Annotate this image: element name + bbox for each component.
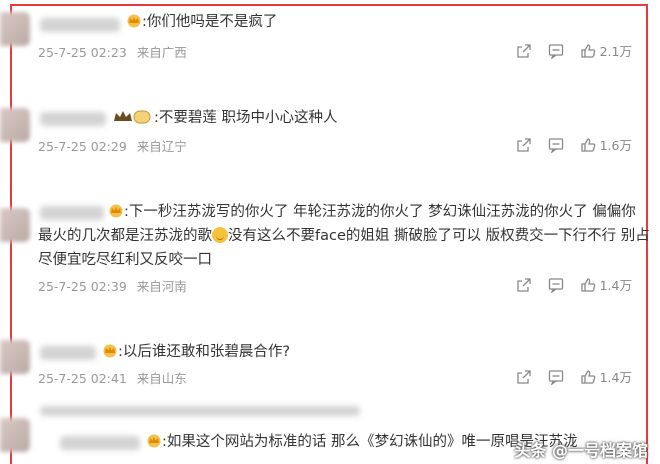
avatar[interactable] xyxy=(0,418,30,452)
comment-meta: 25-7-25 02:41 来自山东 xyxy=(38,368,193,387)
username[interactable] xyxy=(40,112,106,126)
like-count: 1.4万 xyxy=(599,278,632,293)
vip-badge-icon xyxy=(114,110,151,124)
comment-icon[interactable] xyxy=(548,369,564,385)
like-button[interactable]: 2.1万 xyxy=(580,41,632,60)
comment-meta: 25-7-25 02:39 来自河南 xyxy=(38,276,193,295)
comment-meta: 25-7-25 02:23 来自广西 xyxy=(38,42,193,61)
crown-icon xyxy=(127,14,141,28)
comment-text-line: :下一秒汪苏泷写的你火了 年轮汪苏泷的你火了 梦幻诛仙汪苏泷的你火了 偏偏你 xyxy=(108,200,644,224)
share-icon[interactable] xyxy=(516,43,532,59)
comment-text: :你们他吗是不是疯了 xyxy=(126,10,644,34)
like-count: 1.4万 xyxy=(599,370,632,385)
avatar[interactable] xyxy=(0,340,30,374)
share-icon[interactable] xyxy=(516,277,532,293)
like-count: 1.6万 xyxy=(599,138,632,153)
comment-icon[interactable] xyxy=(548,137,564,153)
crown-icon xyxy=(147,434,161,448)
comment-location: 来自山东 xyxy=(136,371,187,386)
username[interactable] xyxy=(40,18,120,32)
watermark: 头条 @一号档案馆 xyxy=(514,441,648,460)
share-icon[interactable] xyxy=(516,369,532,385)
comment-icon[interactable] xyxy=(548,43,564,59)
comment-actions: 1.6万 xyxy=(516,135,632,154)
avatar[interactable] xyxy=(0,12,30,46)
like-button[interactable]: 1.4万 xyxy=(580,275,632,294)
crown-icon xyxy=(109,204,123,218)
comment-meta: 25-7-25 02:29 来自辽宁 xyxy=(38,136,193,155)
username[interactable] xyxy=(60,436,140,450)
avatar[interactable] xyxy=(0,108,30,142)
like-button[interactable]: 1.6万 xyxy=(580,135,632,154)
share-icon[interactable] xyxy=(516,137,532,153)
like-icon xyxy=(580,277,595,292)
comment-icon[interactable] xyxy=(548,277,564,293)
comment-date: 25-7-25 02:29 xyxy=(38,139,127,154)
comment-location: 来自河南 xyxy=(136,279,187,294)
like-icon xyxy=(580,369,595,384)
username[interactable] xyxy=(40,406,360,416)
like-count: 2.1万 xyxy=(599,44,632,59)
comment-actions: 2.1万 xyxy=(516,41,632,60)
like-button[interactable]: 1.4万 xyxy=(580,367,632,386)
crown-icon xyxy=(103,344,117,358)
comment-text: :以后谁还敢和张碧晨合作? xyxy=(102,340,644,364)
comment-actions: 1.4万 xyxy=(516,275,632,294)
username[interactable] xyxy=(40,206,104,220)
avatar[interactable] xyxy=(0,208,30,242)
smile-emoji-icon xyxy=(212,227,228,243)
comment-text: :不要碧莲 职场中小心这种人 xyxy=(112,106,644,130)
comment-date: 25-7-25 02:39 xyxy=(38,279,127,294)
username[interactable] xyxy=(40,346,96,360)
comment-text-line: 最火的几次都是汪苏泷的歌 没有这么不要face的姐姐 撕破脸了可以 版权费交一下行… xyxy=(38,227,650,244)
comment-location: 来自辽宁 xyxy=(136,139,187,154)
comment-date: 25-7-25 02:23 xyxy=(38,45,127,60)
comment-location: 来自广西 xyxy=(136,45,187,60)
comment-date: 25-7-25 02:41 xyxy=(38,371,127,386)
like-icon xyxy=(580,43,595,58)
like-icon xyxy=(580,137,595,152)
comment-text-line: 尽便宜吃尽红利又反咬一口 xyxy=(38,252,212,268)
comment-actions: 1.4万 xyxy=(516,367,632,386)
